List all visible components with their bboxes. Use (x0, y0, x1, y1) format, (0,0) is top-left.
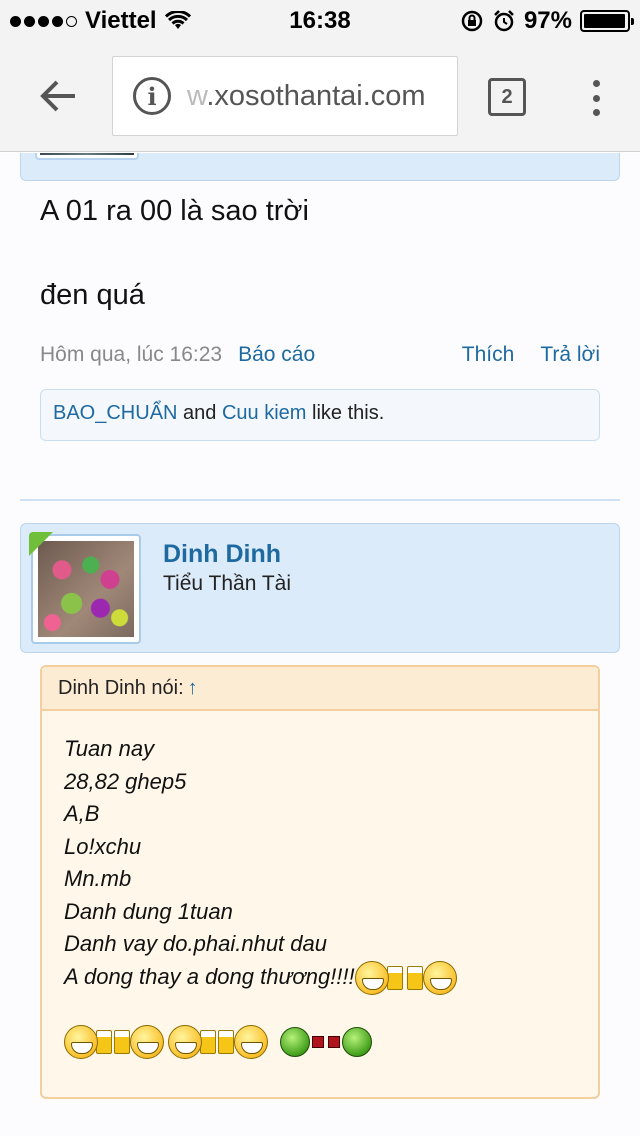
quote-line: Tuan nay (64, 736, 155, 761)
post-meta: Hôm qua, lúc 16:23 Báo cáo Thích Trả lời (40, 343, 600, 367)
post-divider (20, 499, 620, 501)
quote-line: Danh vay do.phai.nhut dau (64, 931, 327, 956)
rotation-lock-icon (461, 10, 483, 32)
online-indicator-icon (29, 532, 53, 556)
back-arrow-icon (40, 80, 75, 112)
previous-message-line-2: đen quá (40, 279, 145, 311)
battery-percent: 97% (523, 7, 572, 34)
previous-avatar[interactable] (35, 153, 139, 160)
user-name-link[interactable]: Dinh Dinh (163, 540, 281, 569)
previous-message-line-1: A 01 ra 00 là sao trời (40, 195, 309, 227)
quote-header: Dinh Dinh nói: ↑ (42, 667, 598, 711)
quote-line: A,B (64, 801, 100, 826)
beer-grin-emoji-icon (114, 1025, 164, 1059)
previous-user-info (20, 153, 620, 181)
quote-body: Tuan nay 28,82 ghep5 A,B Lo!xchu Mn.mb D… (64, 733, 457, 995)
liker-link-2[interactable]: Cuu kiem (222, 402, 306, 424)
like-link[interactable]: Thích (462, 343, 515, 366)
liker-link-1[interactable]: BAO_CHUẨN (53, 402, 177, 424)
quote-line-with-emoji: A dong thay a dong thương!!!! (64, 960, 457, 995)
battery-icon (580, 10, 634, 32)
quote-line: A dong thay a dong thương!!!! (64, 963, 355, 989)
status-bar: Viettel 16:38 97% (0, 0, 640, 40)
quote-line: 28,82 ghep5 (64, 768, 187, 794)
url-text: w.xosothantai.com (187, 80, 426, 113)
grin-beer-emoji-icon (354, 960, 403, 995)
quote-block: Dinh Dinh nói: ↑ Tuan nay 28,82 ghep5 A,B… (40, 665, 600, 1099)
cheers-emoji-icon (280, 1027, 372, 1057)
likes-suffix: like this. (312, 402, 385, 424)
likes-summary: BAO_CHUẨN and Cuu kiem like this. (40, 389, 600, 441)
tab-switcher-button[interactable]: 2 (488, 78, 526, 116)
address-bar[interactable]: i w.xosothantai.com (112, 56, 458, 136)
reply-link[interactable]: Trả lời (540, 343, 600, 366)
url-domain: .xosothantai.com (206, 79, 426, 112)
post-time: Hôm qua, lúc 16:23 (40, 343, 223, 366)
beer-grin-emoji-icon (218, 1025, 268, 1059)
info-icon[interactable]: i (133, 77, 171, 115)
alarm-icon (494, 10, 514, 32)
grin-beer-emoji-icon (64, 1025, 112, 1059)
user-title: Tiểu Thần Tài (163, 572, 292, 595)
quote-jump-arrow-icon[interactable]: ↑ (188, 677, 198, 699)
likes-and: and (183, 402, 217, 424)
grin-beer-emoji-icon (168, 1025, 216, 1059)
beer-grin-emoji-icon (406, 960, 457, 995)
report-link[interactable]: Báo cáo (238, 343, 315, 366)
browser-toolbar: i w.xosothantai.com 2 (0, 40, 640, 152)
quote-line: Mn.mb (64, 866, 132, 891)
user-info: Dinh Dinh Tiểu Thần Tài (20, 523, 620, 653)
back-button[interactable] (36, 74, 80, 118)
more-menu-button[interactable] (584, 76, 608, 120)
tab-count: 2 (501, 85, 513, 108)
quote-author: Dinh Dinh nói: (58, 677, 184, 699)
url-prefix: w (187, 79, 207, 112)
emoji-row (64, 1025, 372, 1059)
forum-thread: A 01 ra 00 là sao trời đen quá Hôm qua, … (0, 153, 640, 1136)
quote-line: Lo!xchu (64, 833, 142, 859)
quote-line: Danh dung 1tuan (64, 898, 233, 924)
